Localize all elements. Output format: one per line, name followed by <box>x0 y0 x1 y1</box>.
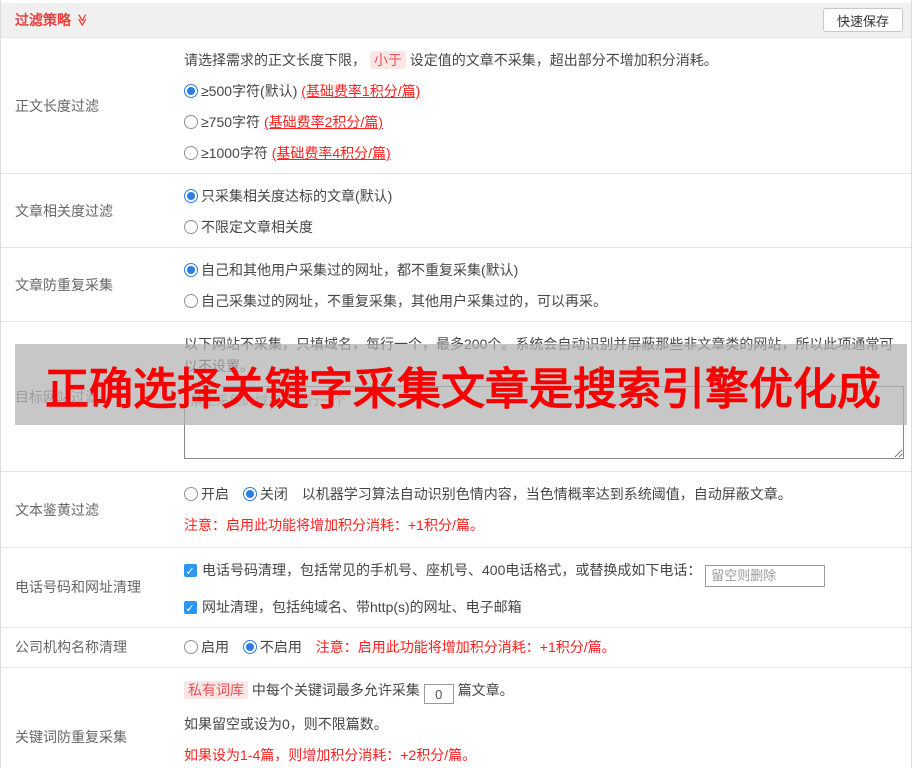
radio-dedupe-global-selected-icon[interactable] <box>184 263 198 277</box>
quick-save-button[interactable]: 快速保存 <box>823 8 903 32</box>
row-label: 文章相关度过滤 <box>1 174 184 247</box>
option-text: 不启用 <box>260 639 302 655</box>
radio-dedupe-own-icon[interactable] <box>184 294 198 308</box>
porn-filter-cost-note: 注意：启用此功能将增加积分消耗：+1积分/篇。 <box>184 514 903 536</box>
option-text: 电话号码清理，包括常见的手机号、座机号、400电话格式，或替换成如下电话： <box>202 562 701 578</box>
option-text: 自己和其他用户采集过的网址，都不重复采集(默认) <box>201 262 518 278</box>
relevance-option-any[interactable]: 不限定文章相关度 <box>184 216 903 238</box>
keyword-rule-1-4-cost: 如果设为1-4篇，则增加积分消耗：+2积分/篇。 <box>184 744 903 766</box>
length-intro: 请选择需求的正文长度下限， 小于 设定值的文章不采集，超出部分不增加积分消耗。 <box>184 49 903 71</box>
blocked-domains-textarea[interactable] <box>184 386 904 459</box>
option-cost-note: (基础费率4积分/篇) <box>272 145 391 161</box>
radio-1000-icon[interactable] <box>184 146 198 160</box>
section-title-text: 过滤策略 <box>15 10 71 30</box>
keyword-limit-suffix: 篇文章。 <box>458 682 514 698</box>
option-text: 网址清理，包括纯域名、带http(s)的网址、电子邮箱 <box>202 599 522 615</box>
option-text: 不限定文章相关度 <box>201 219 313 235</box>
row-label: 文章防重复采集 <box>1 248 184 321</box>
private-lexicon-chip: 私有词库 <box>184 681 248 699</box>
checkbox-url-clean-checked-icon[interactable] <box>184 601 197 614</box>
dedupe-option-own[interactable]: 自己采集过的网址，不重复采集，其他用户采集过的，可以再采。 <box>184 290 903 312</box>
row-label: 电话号码和网址清理 <box>1 548 184 627</box>
less-than-chip: 小于 <box>370 51 406 69</box>
radio-relevance-any-icon[interactable] <box>184 220 198 234</box>
radio-company-off-selected-icon[interactable] <box>243 640 257 654</box>
url-clean-option[interactable]: 网址清理，包括纯域名、带http(s)的网址、电子邮箱 <box>184 596 903 618</box>
radio-relevance-strict-selected-icon[interactable] <box>184 189 198 203</box>
radio-porn-on-icon[interactable] <box>184 487 198 501</box>
option-text: 关闭 <box>260 486 288 502</box>
radio-company-on-icon[interactable] <box>184 640 198 654</box>
option-text: 开启 <box>201 486 229 502</box>
relevance-option-strict[interactable]: 只采集相关度达标的文章(默认) <box>184 185 903 207</box>
dedupe-option-global[interactable]: 自己和其他用户采集过的网址，都不重复采集(默认) <box>184 259 903 281</box>
row-label: 公司机构名称清理 <box>1 628 184 667</box>
row-label: 文本鉴黄过滤 <box>1 472 184 547</box>
keyword-rule-zero: 如果留空或设为0，则不限篇数。 <box>184 713 903 735</box>
row-label: 关键词防重复采集 <box>1 668 184 768</box>
row-duplicate-collection: 文章防重复采集 自己和其他用户采集过的网址，都不重复采集(默认) 自己采集过的网… <box>1 247 911 321</box>
option-text: 只采集相关度达标的文章(默认) <box>201 188 392 204</box>
chevron-down-icon: ≫ <box>76 14 88 27</box>
row-body-length-filter: 正文长度过滤 请选择需求的正文长度下限， 小于 设定值的文章不采集，超出部分不增… <box>1 37 911 173</box>
row-label: 正文长度过滤 <box>1 38 184 173</box>
row-phone-url-clean: 电话号码和网址清理 电话号码清理，包括常见的手机号、座机号、400电话格式，或替… <box>1 547 911 627</box>
keyword-max-articles-input[interactable] <box>424 684 454 704</box>
company-clean-cost-note: 注意：启用此功能将增加积分消耗：+1积分/篇。 <box>316 639 616 655</box>
target-sites-desc: 以下网站不采集，只填域名，每行一个，最多200个。系统会自动识别并屏蔽那些非文章… <box>184 333 904 377</box>
porn-filter-desc: 以机器学习算法自动识别色情内容，当色情概率达到系统阈值，自动屏蔽文章。 <box>302 486 792 502</box>
company-clean-option-off[interactable]: 不启用 <box>243 639 302 655</box>
radio-750-icon[interactable] <box>184 115 198 129</box>
length-option-750[interactable]: ≥750字符 (基础费率2积分/篇) <box>184 111 903 133</box>
porn-filter-option-off[interactable]: 关闭 <box>243 486 288 502</box>
radio-porn-off-selected-icon[interactable] <box>243 487 257 501</box>
porn-filter-option-on[interactable]: 开启 <box>184 486 229 502</box>
row-keyword-dedupe: 关键词防重复采集 私有词库 中每个关键词最多允许采集 篇文章。 如果留空或设为0… <box>1 667 911 768</box>
option-text: ≥1000字符 <box>201 145 268 161</box>
option-text: ≥750字符 <box>201 114 260 130</box>
row-porn-text-filter: 文本鉴黄过滤 开启 关闭 以机器学习算法自动识别色情内容，当色情概率达到系统阈值… <box>1 471 911 547</box>
row-relevance-filter: 文章相关度过滤 只采集相关度达标的文章(默认) 不限定文章相关度 <box>1 173 911 247</box>
option-cost-note: (基础费率2积分/篇) <box>264 114 383 130</box>
keyword-limit-text: 中每个关键词最多允许采集 <box>252 682 420 698</box>
row-company-name-clean: 公司机构名称清理 启用 不启用 注意：启用此功能将增加积分消耗：+1积分/篇。 <box>1 627 911 667</box>
option-text: 启用 <box>201 639 229 655</box>
length-option-1000[interactable]: ≥1000字符 (基础费率4积分/篇) <box>184 142 903 164</box>
filter-strategy-panel: 过滤策略 ≫ 快速保存 正文长度过滤 请选择需求的正文长度下限， 小于 设定值的… <box>0 0 912 768</box>
replacement-phone-input[interactable] <box>705 565 825 587</box>
option-text: ≥500字符(默认) <box>201 83 297 99</box>
row-label: 目标网站过滤 <box>1 322 184 471</box>
checkbox-phone-clean-checked-icon[interactable] <box>184 564 197 577</box>
topbar: 过滤策略 ≫ 快速保存 <box>1 0 911 37</box>
option-cost-note: (基础费率1积分/篇) <box>301 83 420 99</box>
length-intro-pre: 请选择需求的正文长度下限， <box>184 52 366 68</box>
phone-clean-option[interactable]: 电话号码清理，包括常见的手机号、座机号、400电话格式，或替换成如下电话： <box>184 559 903 587</box>
option-text: 自己采集过的网址，不重复采集，其他用户采集过的，可以再采。 <box>201 293 607 309</box>
company-clean-option-on[interactable]: 启用 <box>184 639 229 655</box>
section-title-filter-strategy[interactable]: 过滤策略 ≫ <box>15 10 89 30</box>
length-intro-post: 设定值的文章不采集，超出部分不增加积分消耗。 <box>410 52 718 68</box>
radio-500-selected-icon[interactable] <box>184 84 198 98</box>
row-target-site-filter: 目标网站过滤 以下网站不采集，只填域名，每行一个，最多200个。系统会自动识别并… <box>1 321 911 471</box>
length-option-500[interactable]: ≥500字符(默认) (基础费率1积分/篇) <box>184 80 903 102</box>
